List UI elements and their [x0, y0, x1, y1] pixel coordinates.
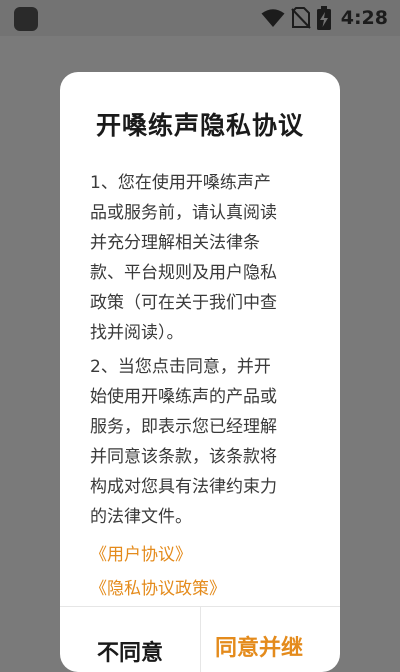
paragraph-line: 构成对您具有法律约束力 — [90, 477, 277, 497]
status-time: 4:28 — [340, 7, 388, 29]
app-icon — [14, 7, 38, 31]
disagree-button-label: 不同意 — [96, 641, 163, 666]
battery-charging-icon — [316, 6, 331, 30]
dialog-body: 1、您在使用开嗓练声产 品或服务前，请认真阅读 并充分理解相关法律条 款、平台规… — [90, 168, 318, 606]
paragraph-line: 的法律文件。 — [90, 507, 192, 527]
no-sim-icon — [291, 7, 311, 29]
paragraph-line: 政策（可在关于我们中查 — [90, 293, 277, 313]
status-bar: 4:28 — [0, 0, 400, 36]
paragraph-line: 并同意该条款，该条款将 — [90, 447, 277, 467]
agree-continue-button[interactable]: 同意并继 — [201, 606, 340, 672]
paragraph-line: 服务，即表示您已经理解 — [90, 417, 277, 437]
agreement-paragraph-2: 2、当您点击同意，并开 始使用开嗓练声的产品或 服务，即表示您已经理解 并同意该… — [90, 352, 318, 532]
paragraph-line: 并充分理解相关法律条 — [90, 233, 260, 253]
paragraph-line: 品或服务前，请认真阅读 — [90, 203, 277, 223]
status-icons: 4:28 — [261, 5, 388, 31]
dialog-title: 开嗓练声隐私协议 — [95, 111, 304, 140]
paragraph-line: 始使用开嗓练声的产品或 — [90, 387, 277, 407]
agreement-paragraph-1: 1、您在使用开嗓练声产 品或服务前，请认真阅读 并充分理解相关法律条 款、平台规… — [90, 168, 318, 348]
user-agreement-link[interactable]: 《用户协议》 — [90, 538, 318, 572]
privacy-dialog: 开嗓练声隐私协议 1、您在使用开嗓练声产 品或服务前，请认真阅读 并充分理解相关… — [60, 72, 340, 672]
agreement-links: 《用户协议》 《隐私协议政策》 — [90, 538, 318, 606]
wifi-icon — [261, 9, 285, 27]
privacy-policy-link[interactable]: 《隐私协议政策》 — [90, 572, 318, 606]
agree-button-label: 同意并继 — [215, 636, 304, 661]
paragraph-line: 款、平台规则及用户隐私 — [90, 263, 277, 283]
disagree-button[interactable]: 不同意 — [60, 606, 200, 672]
paragraph-line: 1、您在使用开嗓练声产 — [90, 173, 271, 193]
paragraph-line: 找并阅读）。 — [90, 323, 184, 343]
paragraph-line: 2、当您点击同意，并开 — [90, 357, 271, 377]
